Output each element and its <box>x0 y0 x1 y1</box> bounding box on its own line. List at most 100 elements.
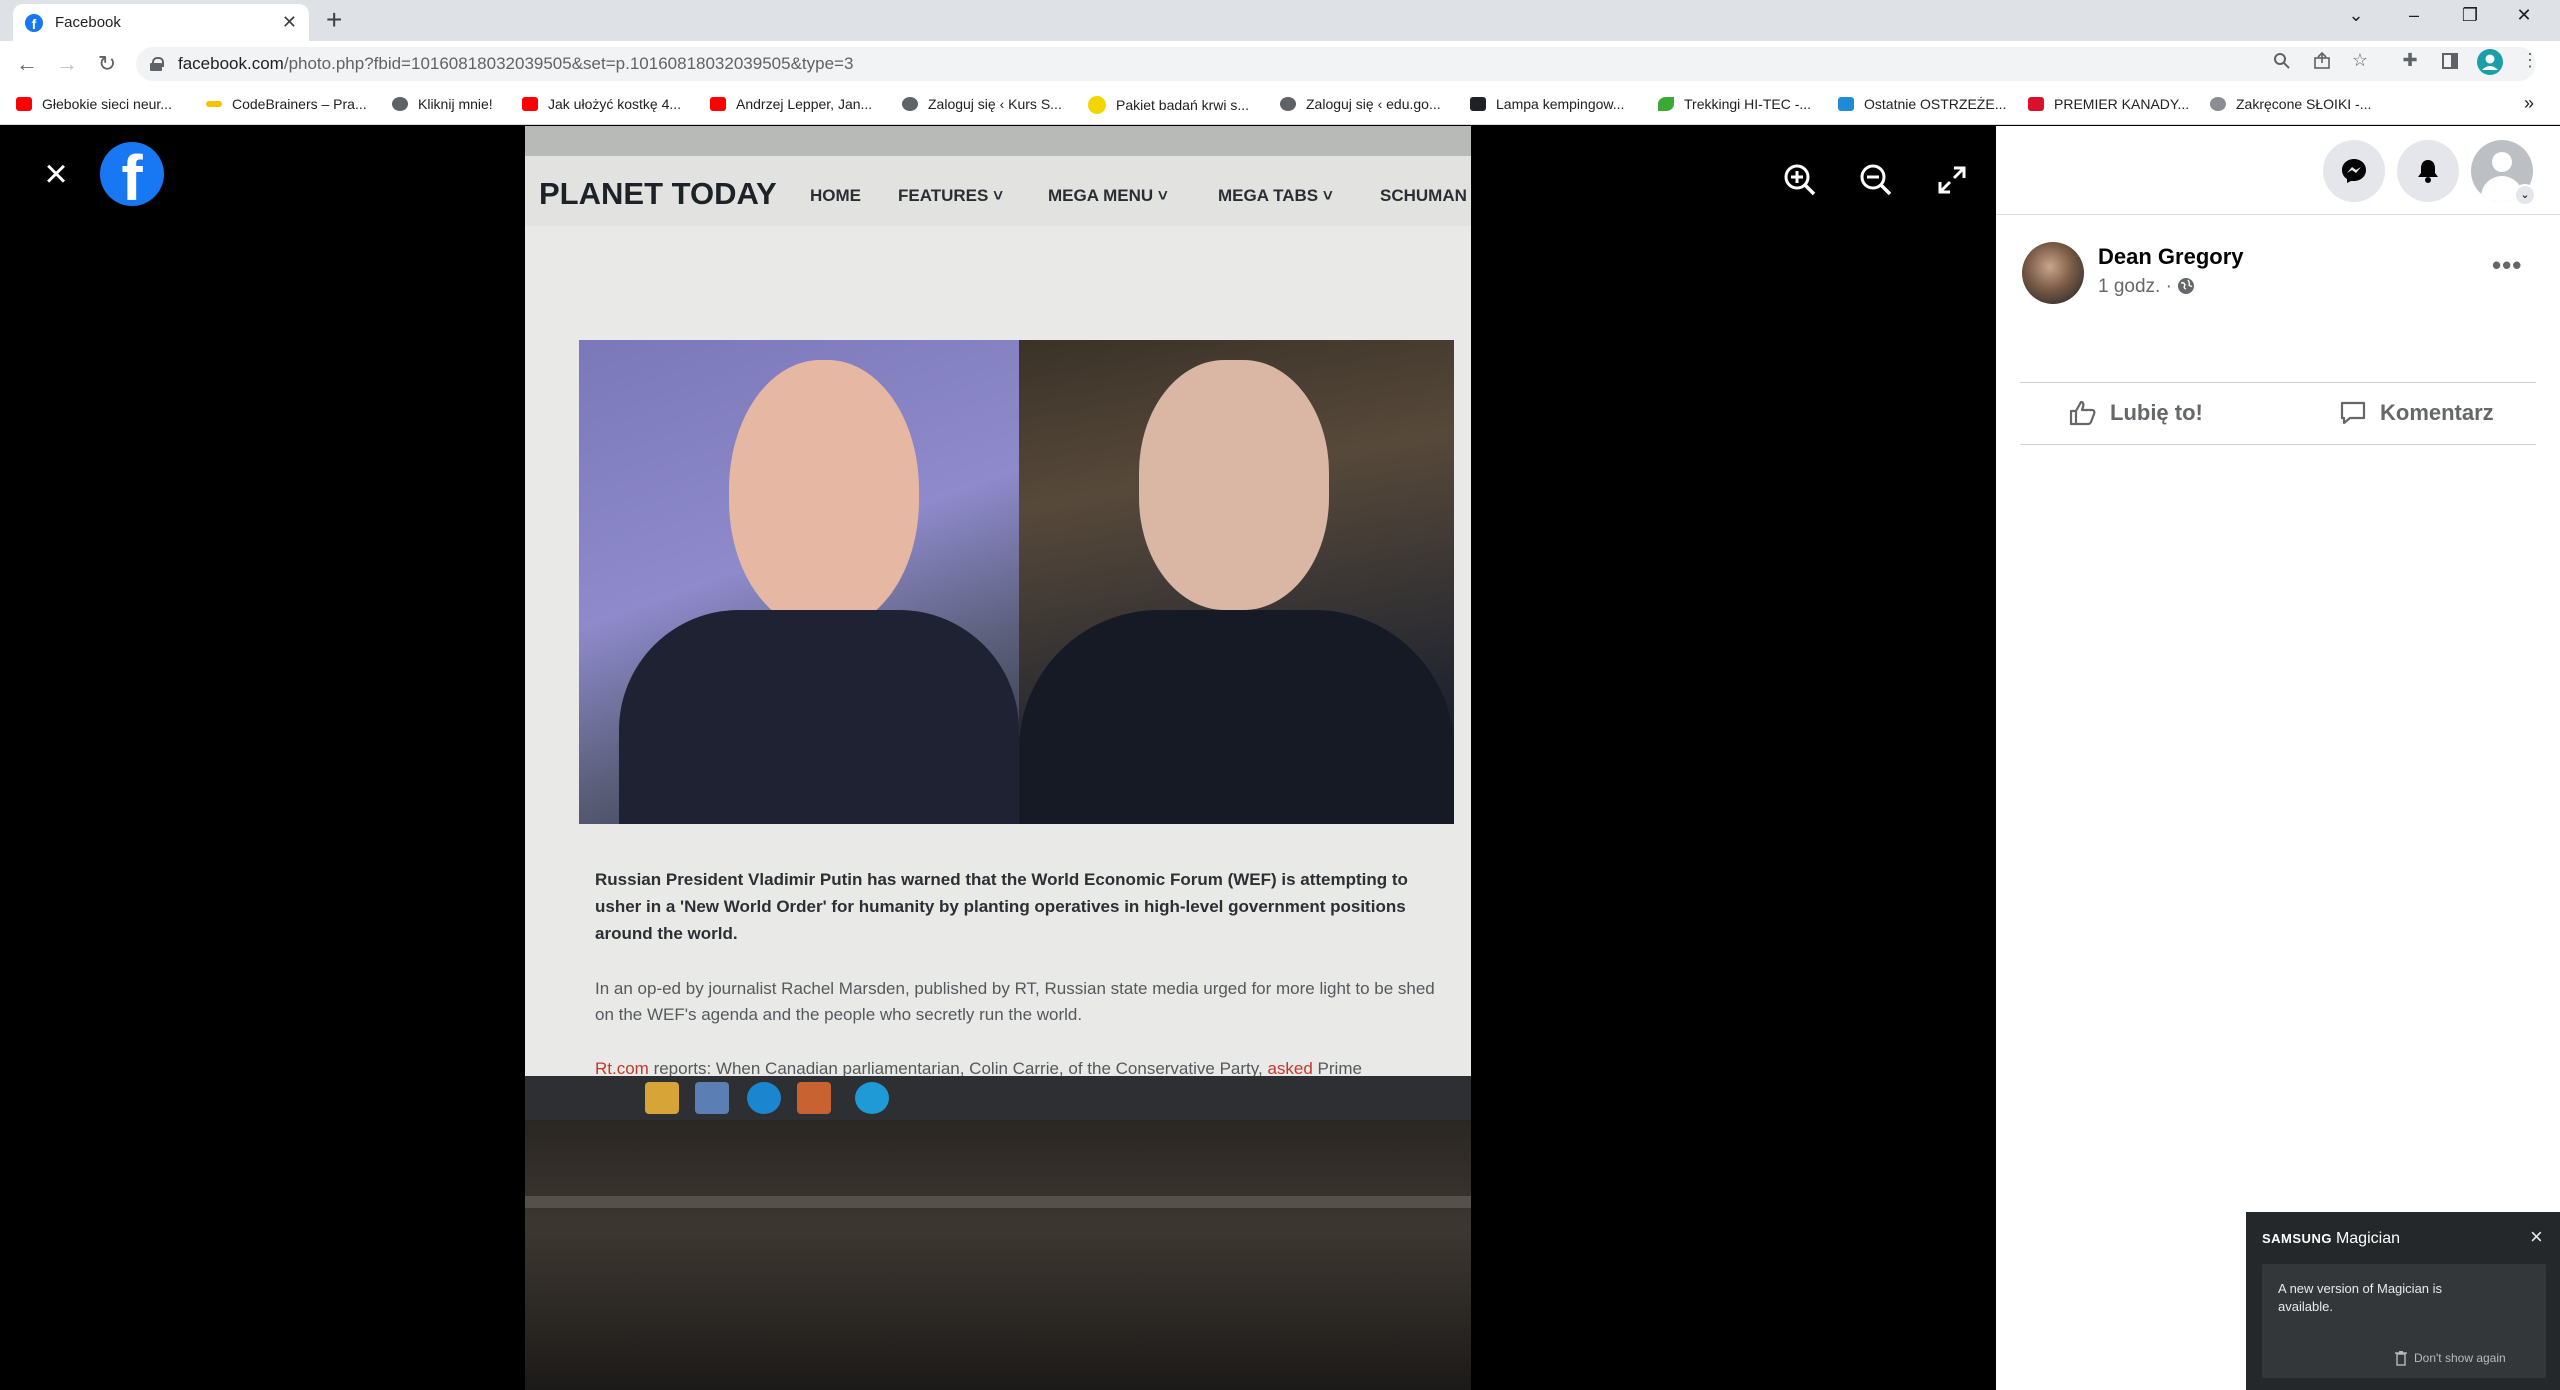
notifications-button[interactable] <box>2397 140 2459 202</box>
site-icon <box>1838 97 1854 111</box>
photo-browser-bar <box>525 126 1471 156</box>
messenger-button[interactable] <box>2323 140 2385 202</box>
author-avatar[interactable] <box>2022 242 2084 304</box>
url-text: facebook.com/photo.php?fbid=101608180320… <box>178 54 854 73</box>
zoom-in-icon[interactable] <box>1780 160 1820 200</box>
zoom-out-icon[interactable] <box>1856 160 1896 200</box>
face-shape <box>1139 360 1329 610</box>
photo-viewer: × f PLANET TODAY HOME FEATURES ˅ MEGA ME… <box>0 126 1996 1390</box>
tab-strip: f Facebook ✕ + ⌄ – ❐ ✕ <box>0 0 2560 41</box>
tab-search-icon[interactable]: ⌄ <box>2336 5 2376 26</box>
like-button[interactable]: Lubię to! <box>2068 390 2203 436</box>
lock-icon[interactable] <box>150 57 164 71</box>
n-logo-icon <box>2028 97 2044 111</box>
leaf-icon <box>1658 97 1674 111</box>
facebook-logo-icon[interactable]: f <box>100 142 164 206</box>
photo-article-paragraph: In an op-ed by journalist Rachel Marsden… <box>595 979 1435 1024</box>
bookmark-item[interactable]: Kliknij mnie! <box>392 96 493 112</box>
m-logo-icon <box>1470 97 1486 111</box>
bell-icon <box>2418 160 2438 183</box>
bookmarks-overflow-icon[interactable]: » <box>2524 93 2534 114</box>
tab-facebook[interactable]: f Facebook ✕ <box>13 4 309 41</box>
share-icon[interactable] <box>2308 51 2336 75</box>
bookmark-item[interactable]: Jak ułożyć kostkę 4... <box>522 96 681 112</box>
address-bar[interactable]: facebook.com/photo.php?fbid=101608180320… <box>136 47 2536 81</box>
actions-top-divider <box>2020 382 2536 383</box>
bookmark-item[interactable]: Andrzej Lepper, Jan... <box>710 96 872 112</box>
photo-article-lead: Russian President Vladimir Putin has war… <box>595 870 1408 943</box>
bookmark-item[interactable]: PREMIER KANADY... <box>2028 96 2189 112</box>
post-side-panel: ⌄ Dean Gregory 1 godz. · ••• Lubię to! K… <box>1996 126 2560 1390</box>
bookmark-item[interactable]: Zakręcone SŁOIKI -... <box>2210 96 2371 112</box>
post-photo[interactable]: PLANET TODAY HOME FEATURES ˅ MEGA MENU ˅… <box>525 126 1471 1390</box>
youtube-icon <box>16 97 32 111</box>
reload-icon[interactable]: ↻ <box>92 51 122 77</box>
fullscreen-icon[interactable] <box>1932 160 1972 200</box>
more-options-icon[interactable]: ••• <box>2492 250 2522 281</box>
comment-button[interactable]: Komentarz <box>2338 390 2494 436</box>
forward-icon[interactable]: → <box>52 51 82 77</box>
globe-icon <box>902 97 918 111</box>
globe-icon <box>1280 97 1296 111</box>
browser-toolbar: ← → ↻ facebook.com/photo.php?fbid=101608… <box>0 41 2560 87</box>
author-name[interactable]: Dean Gregory <box>2098 244 2244 270</box>
bookmark-item[interactable]: Zaloguj się ‹ edu.go... <box>1280 96 1441 112</box>
bookmark-item[interactable]: Ostatnie OSTRZEŻE... <box>1838 96 2006 112</box>
youtube-icon <box>710 97 726 111</box>
side-panel-icon[interactable] <box>2436 52 2464 75</box>
ie-icon <box>747 1082 781 1114</box>
photo-menu-item: MEGA MENU ˅ <box>1048 186 1168 205</box>
globe-icon <box>392 97 408 111</box>
close-viewer-icon[interactable]: × <box>38 154 74 194</box>
tab-title: Facebook <box>55 14 121 31</box>
comment-icon <box>2340 401 2366 425</box>
photo-desk-rail <box>525 1196 1471 1208</box>
facebook-favicon-icon: f <box>25 13 43 32</box>
bookmark-item[interactable]: Pakiet badań krwi s... <box>1088 96 1249 114</box>
circle-icon <box>1088 96 1106 114</box>
trash-icon <box>2395 1351 2407 1366</box>
notification-close-icon[interactable]: × <box>2530 1224 2543 1250</box>
thumbs-up-icon <box>2069 400 2096 426</box>
photo-menu-item: SCHUMAN <box>1380 186 1467 205</box>
minimize-button[interactable]: – <box>2394 5 2434 26</box>
folder-icon <box>206 101 222 107</box>
notification-body[interactable]: A new version of Magician is available. … <box>2262 1264 2546 1378</box>
menu-kebab-icon[interactable]: ⋮ <box>2516 50 2544 71</box>
tab-close-icon[interactable]: ✕ <box>282 12 297 33</box>
photo-menu-item: FEATURES ˅ <box>898 186 1004 205</box>
back-icon[interactable]: ← <box>12 51 42 77</box>
panel-divider <box>1996 214 2560 215</box>
photo-desk <box>525 1120 1471 1390</box>
samsung-magician-notification: SAMSUNG Magician × A new version of Magic… <box>2246 1212 2560 1390</box>
bookmark-star-icon[interactable]: ☆ <box>2346 50 2374 71</box>
notification-message: A new version of Magician is available. <box>2278 1281 2443 1314</box>
photo-taskbar <box>525 1076 1471 1120</box>
bookmark-item[interactable]: Trekkingi HI-TEC -... <box>1658 96 1811 112</box>
profile-icon[interactable] <box>2476 49 2504 80</box>
smiley-icon <box>2210 97 2226 111</box>
photo-portrait-right <box>1019 340 1454 824</box>
photo-menu-item: HOME <box>810 186 861 205</box>
post-timestamp[interactable]: 1 godz. · <box>2098 276 2195 298</box>
suit-shape <box>619 610 1019 824</box>
photo-article-paragraph-2: Rt.com reports: When Canadian parliament… <box>595 1059 1362 1076</box>
suit-shape <box>1019 610 1454 824</box>
new-tab-button[interactable]: + <box>326 6 342 34</box>
extensions-icon[interactable]: ✚ <box>2396 50 2424 71</box>
dont-show-again-button[interactable]: Don't show again <box>2394 1350 2506 1366</box>
actions-bottom-divider <box>2020 444 2536 445</box>
account-chevron-down-icon[interactable]: ⌄ <box>2514 184 2536 206</box>
photo-site-logo: PLANET TODAY <box>539 176 777 211</box>
edge-icon <box>855 1082 889 1114</box>
restore-button[interactable]: ❐ <box>2450 5 2490 26</box>
zoom-icon[interactable] <box>2268 52 2296 75</box>
bookmark-item[interactable]: Głebokie sieci neur... <box>16 96 172 112</box>
bookmark-item[interactable]: Lampa kempingow... <box>1470 96 1624 112</box>
bookmark-item[interactable]: Zaloguj się ‹ Kurs S... <box>902 96 1062 112</box>
folder-icon <box>645 1082 679 1114</box>
window-close-button[interactable]: ✕ <box>2504 5 2544 26</box>
bookmark-item[interactable]: CodeBrainers – Pra... <box>206 96 367 112</box>
youtube-icon <box>522 97 538 111</box>
photo-menu-item: MEGA TABS ˅ <box>1218 186 1333 205</box>
